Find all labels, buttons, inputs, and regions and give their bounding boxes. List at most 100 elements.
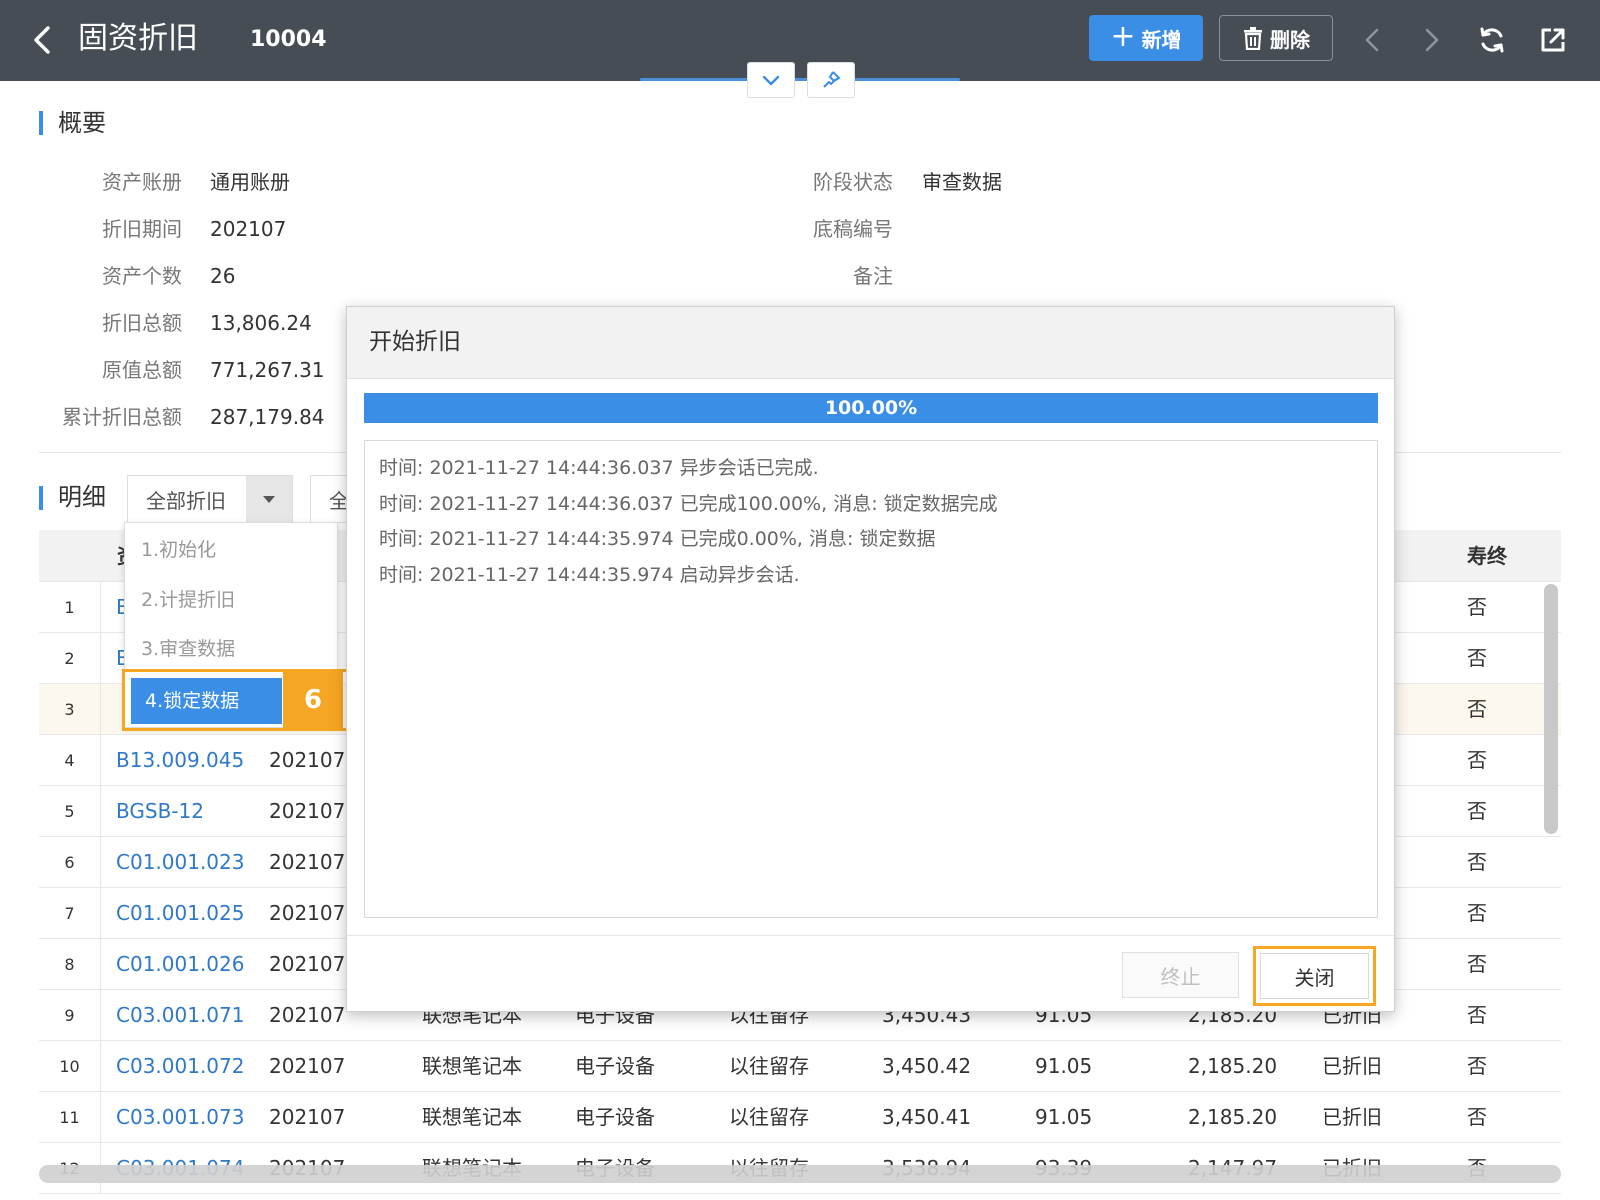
- cell-end-of-life: 否: [1467, 799, 1487, 823]
- field-label-draft-number: 底稿编号: [813, 217, 893, 241]
- step-badge: 6: [283, 669, 343, 731]
- cell-end-of-life: 否: [1467, 646, 1487, 670]
- field-label-remarks: 备注: [853, 264, 893, 288]
- next-icon[interactable]: [1413, 20, 1449, 60]
- field-label-ledger: 资产账册: [102, 170, 182, 194]
- cell-source: 以往留存: [729, 1105, 809, 1129]
- cell-original-value: 3,450.42: [882, 1054, 972, 1078]
- cell-source: 以往留存: [729, 1054, 809, 1078]
- row-index: 10: [39, 1041, 101, 1092]
- cell-asset-code[interactable]: BGSB-12: [116, 786, 204, 837]
- cell-asset-code[interactable]: C03.001.073: [116, 1092, 244, 1143]
- field-value-original-total: 771,267.31: [210, 358, 325, 382]
- dropdown-option-lock-label: 4.锁定数据: [145, 690, 240, 712]
- dropdown-option-lock[interactable]: 4.锁定数据: [131, 678, 282, 724]
- cell-end-of-life: 否: [1467, 952, 1487, 976]
- cell-period: 202107: [269, 1054, 346, 1078]
- dropdown-option-accrue[interactable]: 2.计提折旧: [141, 587, 235, 613]
- dropdown-option-review[interactable]: 3.审查数据: [141, 636, 235, 662]
- cell-end-of-life: 否: [1467, 595, 1487, 619]
- cell-period: 202107: [269, 799, 346, 823]
- cell-depreciation: 91.05: [1035, 1105, 1093, 1129]
- cell-asset-code[interactable]: B13.009.045: [116, 735, 244, 786]
- previous-icon[interactable]: [1355, 20, 1391, 60]
- field-label-accumulated-total: 累计折旧总额: [62, 405, 182, 429]
- row-index: 3: [39, 684, 101, 735]
- cell-accumulated: 2,185.20: [1188, 1105, 1278, 1129]
- progress-bar: 100.00%: [364, 393, 1378, 423]
- cell-end-of-life: 否: [1467, 901, 1487, 925]
- collapse-indicator-line: [640, 78, 960, 81]
- plus-icon: +: [1110, 18, 1136, 54]
- close-button-highlight: 关闭: [1253, 946, 1376, 1006]
- overview-section-marker: [39, 111, 43, 135]
- cell-period: 202107: [269, 1105, 346, 1129]
- detail-section-marker: [39, 486, 43, 510]
- row-index: 11: [39, 1092, 101, 1143]
- cell-period: 202107: [269, 901, 346, 925]
- cell-asset-code[interactable]: C01.001.025: [116, 888, 244, 939]
- new-button-label: 新增: [1141, 27, 1182, 52]
- back-icon[interactable]: [26, 20, 60, 60]
- cell-period: 202107: [269, 1003, 346, 1027]
- new-button[interactable]: + 新增: [1089, 15, 1203, 61]
- secondary-filter-select[interactable]: 全: [310, 475, 350, 523]
- filter-select-value: 全部折旧: [146, 489, 226, 513]
- table-row[interactable]: 11 C03.001.073 202107 联想笔记本 电子设备 以往留存 3,450.41…: [39, 1092, 1561, 1143]
- row-index: 6: [39, 837, 101, 888]
- page-title: 固资折旧: [78, 21, 198, 56]
- vertical-scrollbar[interactable]: [1544, 584, 1558, 834]
- cell-end-of-life: 否: [1467, 1105, 1487, 1129]
- field-label-stage-status: 阶段状态: [813, 170, 893, 194]
- row-index: 1: [39, 582, 101, 633]
- depreciation-dialog: 开始折旧 100.00% 时间: 2021-11-27 14:44:36.037…: [346, 306, 1395, 1012]
- dialog-footer-divider: [347, 935, 1394, 936]
- stop-button[interactable]: 终止: [1122, 952, 1239, 998]
- horizontal-scrollbar[interactable]: [39, 1165, 1561, 1183]
- cell-asset-code[interactable]: C03.001.071: [116, 990, 244, 1041]
- cell-category: 电子设备: [575, 1105, 655, 1129]
- cell-asset-code[interactable]: C01.001.023: [116, 837, 244, 888]
- close-button[interactable]: 关闭: [1260, 953, 1369, 999]
- field-value-period: 202107: [210, 217, 287, 241]
- dialog-header: 开始折旧: [347, 307, 1394, 379]
- cell-status: 已折旧: [1322, 1105, 1382, 1129]
- field-value-depreciation-total: 13,806.24: [210, 311, 312, 335]
- caret-down-icon[interactable]: [246, 476, 292, 522]
- top-bar: 固资折旧 10004 + 新增 删除: [0, 0, 1600, 81]
- detail-title: 明细: [58, 483, 106, 511]
- log-panel: 时间: 2021-11-27 14:44:36.037 异步会话已完成. 时间:…: [364, 440, 1378, 918]
- column-header-end-of-life[interactable]: 寿终: [1467, 530, 1507, 582]
- cell-depreciation: 91.05: [1035, 1054, 1093, 1078]
- cell-end-of-life: 否: [1467, 748, 1487, 772]
- depreciation-filter-select[interactable]: 全部折旧: [127, 475, 293, 523]
- dropdown-option-initialize[interactable]: 1.初始化: [141, 537, 216, 563]
- log-line: 时间: 2021-11-27 14:44:36.037 已完成100.00%, …: [379, 493, 998, 515]
- cell-asset-code[interactable]: C03.001.072: [116, 1041, 244, 1092]
- progress-text: 100.00%: [824, 397, 918, 419]
- field-label-depreciation-total: 折旧总额: [102, 311, 182, 335]
- log-line: 时间: 2021-11-27 14:44:35.974 启动异步会话.: [379, 564, 800, 586]
- delete-button[interactable]: 删除: [1219, 15, 1333, 61]
- row-index: 8: [39, 939, 101, 990]
- row-index: 9: [39, 990, 101, 1041]
- trash-icon: [1244, 27, 1262, 50]
- cell-asset-code[interactable]: C01.001.026: [116, 939, 244, 990]
- row-index: 2: [39, 633, 101, 684]
- cell-end-of-life: 否: [1467, 1054, 1487, 1078]
- refresh-icon[interactable]: [1474, 20, 1510, 60]
- field-value-asset-count: 26: [210, 264, 236, 288]
- export-icon[interactable]: [1535, 20, 1571, 60]
- field-value-stage-status: 审查数据: [922, 170, 1002, 194]
- field-label-period: 折旧期间: [102, 217, 182, 241]
- cell-asset-name: 联想笔记本: [422, 1054, 522, 1078]
- cell-period: 202107: [269, 952, 346, 976]
- cell-period: 202107: [269, 850, 346, 874]
- row-index: 7: [39, 888, 101, 939]
- table-row[interactable]: 10 C03.001.072 202107 联想笔记本 电子设备 以往留存 3,450.42…: [39, 1041, 1561, 1092]
- chevron-down-icon[interactable]: [747, 62, 795, 98]
- field-value-ledger: 通用账册: [210, 170, 290, 194]
- pin-icon[interactable]: [807, 62, 855, 98]
- field-label-asset-count: 资产个数: [102, 264, 182, 288]
- cell-category: 电子设备: [575, 1054, 655, 1078]
